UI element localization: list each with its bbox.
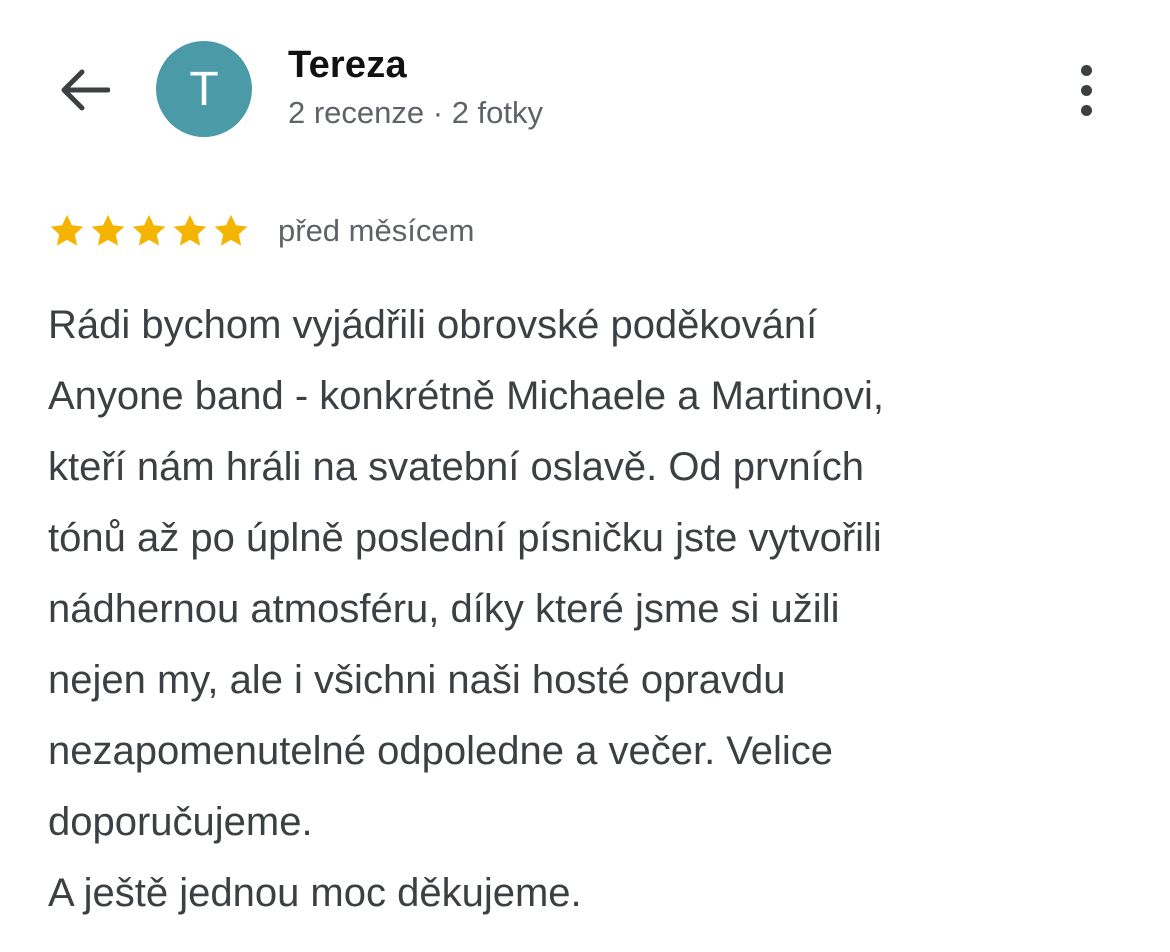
review-text: Rádi bychom vyjádřili obrovské poděkován… [48, 290, 1148, 929]
more-vert-icon-dot [1080, 64, 1092, 76]
star-icon [91, 214, 125, 246]
more-vert-icon-dot [1080, 84, 1092, 96]
review-text-line: Rádi bychom vyjádřili obrovské poděkován… [48, 303, 818, 347]
star-icon [173, 214, 207, 246]
star-icon [132, 214, 166, 246]
back-button[interactable] [54, 62, 114, 118]
review-text-line: tónů až po úplně poslední písničku jste … [48, 516, 882, 560]
arrow-back-icon [61, 69, 110, 111]
more-options-button[interactable] [1062, 60, 1110, 120]
review-text-line: nezapomenutelné odpoledne a večer. Velic… [48, 729, 834, 773]
review-text-line: doporučujeme. [48, 800, 313, 844]
review-text-line: A ještě jednou moc děkujeme. [48, 871, 582, 915]
rating-row: před měsícem [48, 206, 474, 256]
star-icon [214, 214, 248, 246]
review-text-line: nádhernou atmosféru, díky které jsme si … [48, 587, 840, 631]
review-text-line: nejen my, ale i všichni naši hosté oprav… [48, 658, 786, 702]
user-meta: 2 recenze · 2 fotky [288, 95, 544, 130]
user-name[interactable]: Tereza [288, 44, 407, 87]
review-header: T Tereza 2 recenze · 2 fotky [0, 0, 1170, 170]
review-text-line: kteří nám hráli na svatební oslavě. Od p… [48, 445, 864, 489]
star-rating [48, 212, 250, 250]
review-date: před měsícem [278, 213, 475, 248]
more-vert-icon-dot [1080, 104, 1092, 116]
review-text-line: Anyone band - konkrétně Michaele a Marti… [48, 374, 885, 418]
avatar[interactable]: T [156, 41, 252, 137]
star-icon [50, 214, 84, 246]
